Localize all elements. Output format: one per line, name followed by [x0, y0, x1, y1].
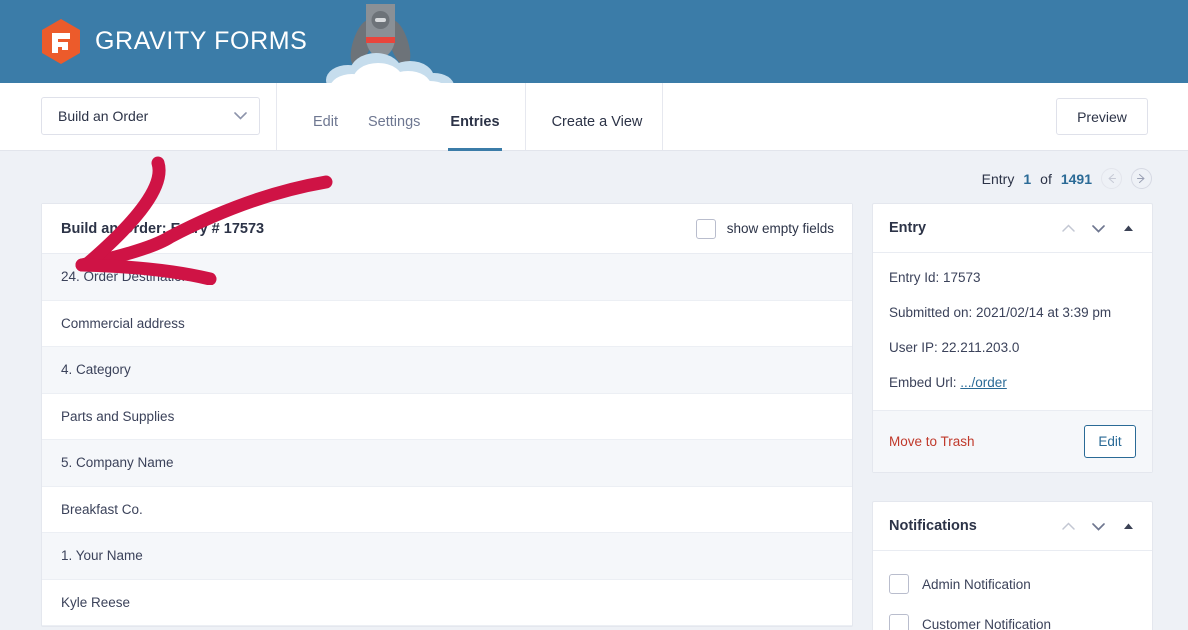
move-to-trash-link[interactable]: Move to Trash [889, 434, 1084, 449]
notifications-card-header: Notifications [873, 502, 1152, 551]
form-tabs: Edit Settings Entries [277, 83, 515, 151]
tab-settings[interactable]: Settings [353, 83, 435, 151]
collapse-triangle-icon[interactable] [1120, 220, 1137, 237]
entry-sidebar: Entry Entry Id: 17573 Submitted on: 2021… [872, 203, 1153, 630]
entry-card-footer: Move to Trash Edit [873, 410, 1152, 472]
collapse-triangle-icon[interactable] [1120, 518, 1137, 535]
edit-entry-button[interactable]: Edit [1084, 425, 1136, 458]
entry-card-header-icons [1060, 220, 1137, 237]
table-row: 5. Company Name [42, 440, 852, 487]
pager-of: of [1040, 170, 1052, 187]
list-item: Customer Notification [889, 604, 1136, 630]
entry-detail-header: Build an Order: Entry # 17573 show empty… [42, 204, 852, 254]
previous-entry-button[interactable] [1101, 168, 1122, 189]
entry-card: Entry Entry Id: 17573 Submitted on: 2021… [872, 203, 1153, 473]
entry-card-body: Entry Id: 17573 Submitted on: 2021/02/14… [873, 253, 1152, 410]
entry-submitted-text: Submitted on: 2021/02/14 at 3:39 pm [889, 305, 1112, 320]
entry-id-text: Entry Id: 17573 [889, 270, 981, 285]
table-row: 1. Your Name [42, 533, 852, 580]
entry-detail-panel: Build an Order: Entry # 17573 show empty… [41, 203, 853, 627]
form-selector-value: Build an Order [58, 108, 149, 124]
page-root: GRAVITY FORMS Build an Order Edit Settin… [0, 0, 1188, 630]
notifications-card-header-icons [1060, 518, 1137, 535]
preview-button[interactable]: Preview [1056, 98, 1148, 135]
next-entry-button[interactable] [1131, 168, 1152, 189]
table-row: Breakfast Co. [42, 487, 852, 533]
entry-pager: Entry 1 of 1491 [982, 168, 1152, 189]
form-selector-dropdown[interactable]: Build an Order [41, 97, 260, 135]
create-a-view-link[interactable]: Create a View [526, 83, 663, 150]
table-row: Commercial address [42, 301, 852, 347]
rocket-launch-illustration-icon [326, 4, 454, 83]
tab-edit[interactable]: Edit [298, 83, 353, 151]
chevron-up-icon[interactable] [1060, 220, 1077, 237]
show-empty-fields-checkbox[interactable] [695, 218, 716, 239]
entry-field-rows: 24. Order Destination Commercial address 4… [42, 254, 852, 626]
arrow-left-icon [1108, 174, 1116, 183]
entry-embed-url-link[interactable]: .../order [960, 375, 1007, 390]
admin-notification-label: Admin Notification [922, 576, 1031, 592]
pager-current: 1 [1023, 170, 1032, 187]
entry-card-header: Entry [873, 204, 1152, 253]
notifications-card-title: Notifications [889, 518, 977, 534]
brand-name: GRAVITY FORMS [95, 27, 308, 55]
page-title: Build an Order: Entry # 17573 [61, 220, 265, 237]
form-navbar: Build an Order Edit Settings Entries Cre… [0, 83, 1188, 151]
table-row: Parts and Supplies [42, 394, 852, 440]
table-row: Kyle Reese [42, 580, 852, 626]
notifications-list: Admin Notification Customer Notification [873, 551, 1152, 630]
notifications-card: Notifications Admin Notification Custome… [872, 501, 1153, 630]
brand-logo: GRAVITY FORMS [41, 19, 307, 64]
entry-embed-url-label: Embed Url: [889, 375, 957, 390]
pager-prefix: Entry [981, 170, 1015, 187]
show-empty-fields-label: show empty fields [726, 221, 834, 236]
entry-card-title: Entry [889, 220, 927, 236]
chevron-down-icon[interactable] [1090, 518, 1107, 535]
customer-notification-checkbox[interactable] [889, 614, 909, 630]
arrow-right-icon [1137, 174, 1145, 183]
list-item: Admin Notification [889, 564, 1136, 604]
chevron-down-icon[interactable] [1090, 220, 1107, 237]
chevron-down-icon [234, 112, 247, 120]
customer-notification-label: Customer Notification [922, 616, 1052, 630]
gravity-forms-hexagon-logo-icon [42, 19, 80, 64]
chevron-up-icon[interactable] [1060, 518, 1077, 535]
entry-user-ip-text: User IP: 22.211.203.0 [889, 340, 1020, 355]
table-row: 24. Order Destination [42, 254, 852, 301]
admin-notification-checkbox[interactable] [889, 574, 909, 594]
tab-entries[interactable]: Entries [435, 83, 514, 151]
app-banner: GRAVITY FORMS [0, 0, 1188, 83]
pager-total: 1491 [1060, 170, 1092, 187]
entry-embed-url-row: Embed Url: .../order [889, 375, 1136, 390]
table-row: 4. Category [42, 347, 852, 394]
